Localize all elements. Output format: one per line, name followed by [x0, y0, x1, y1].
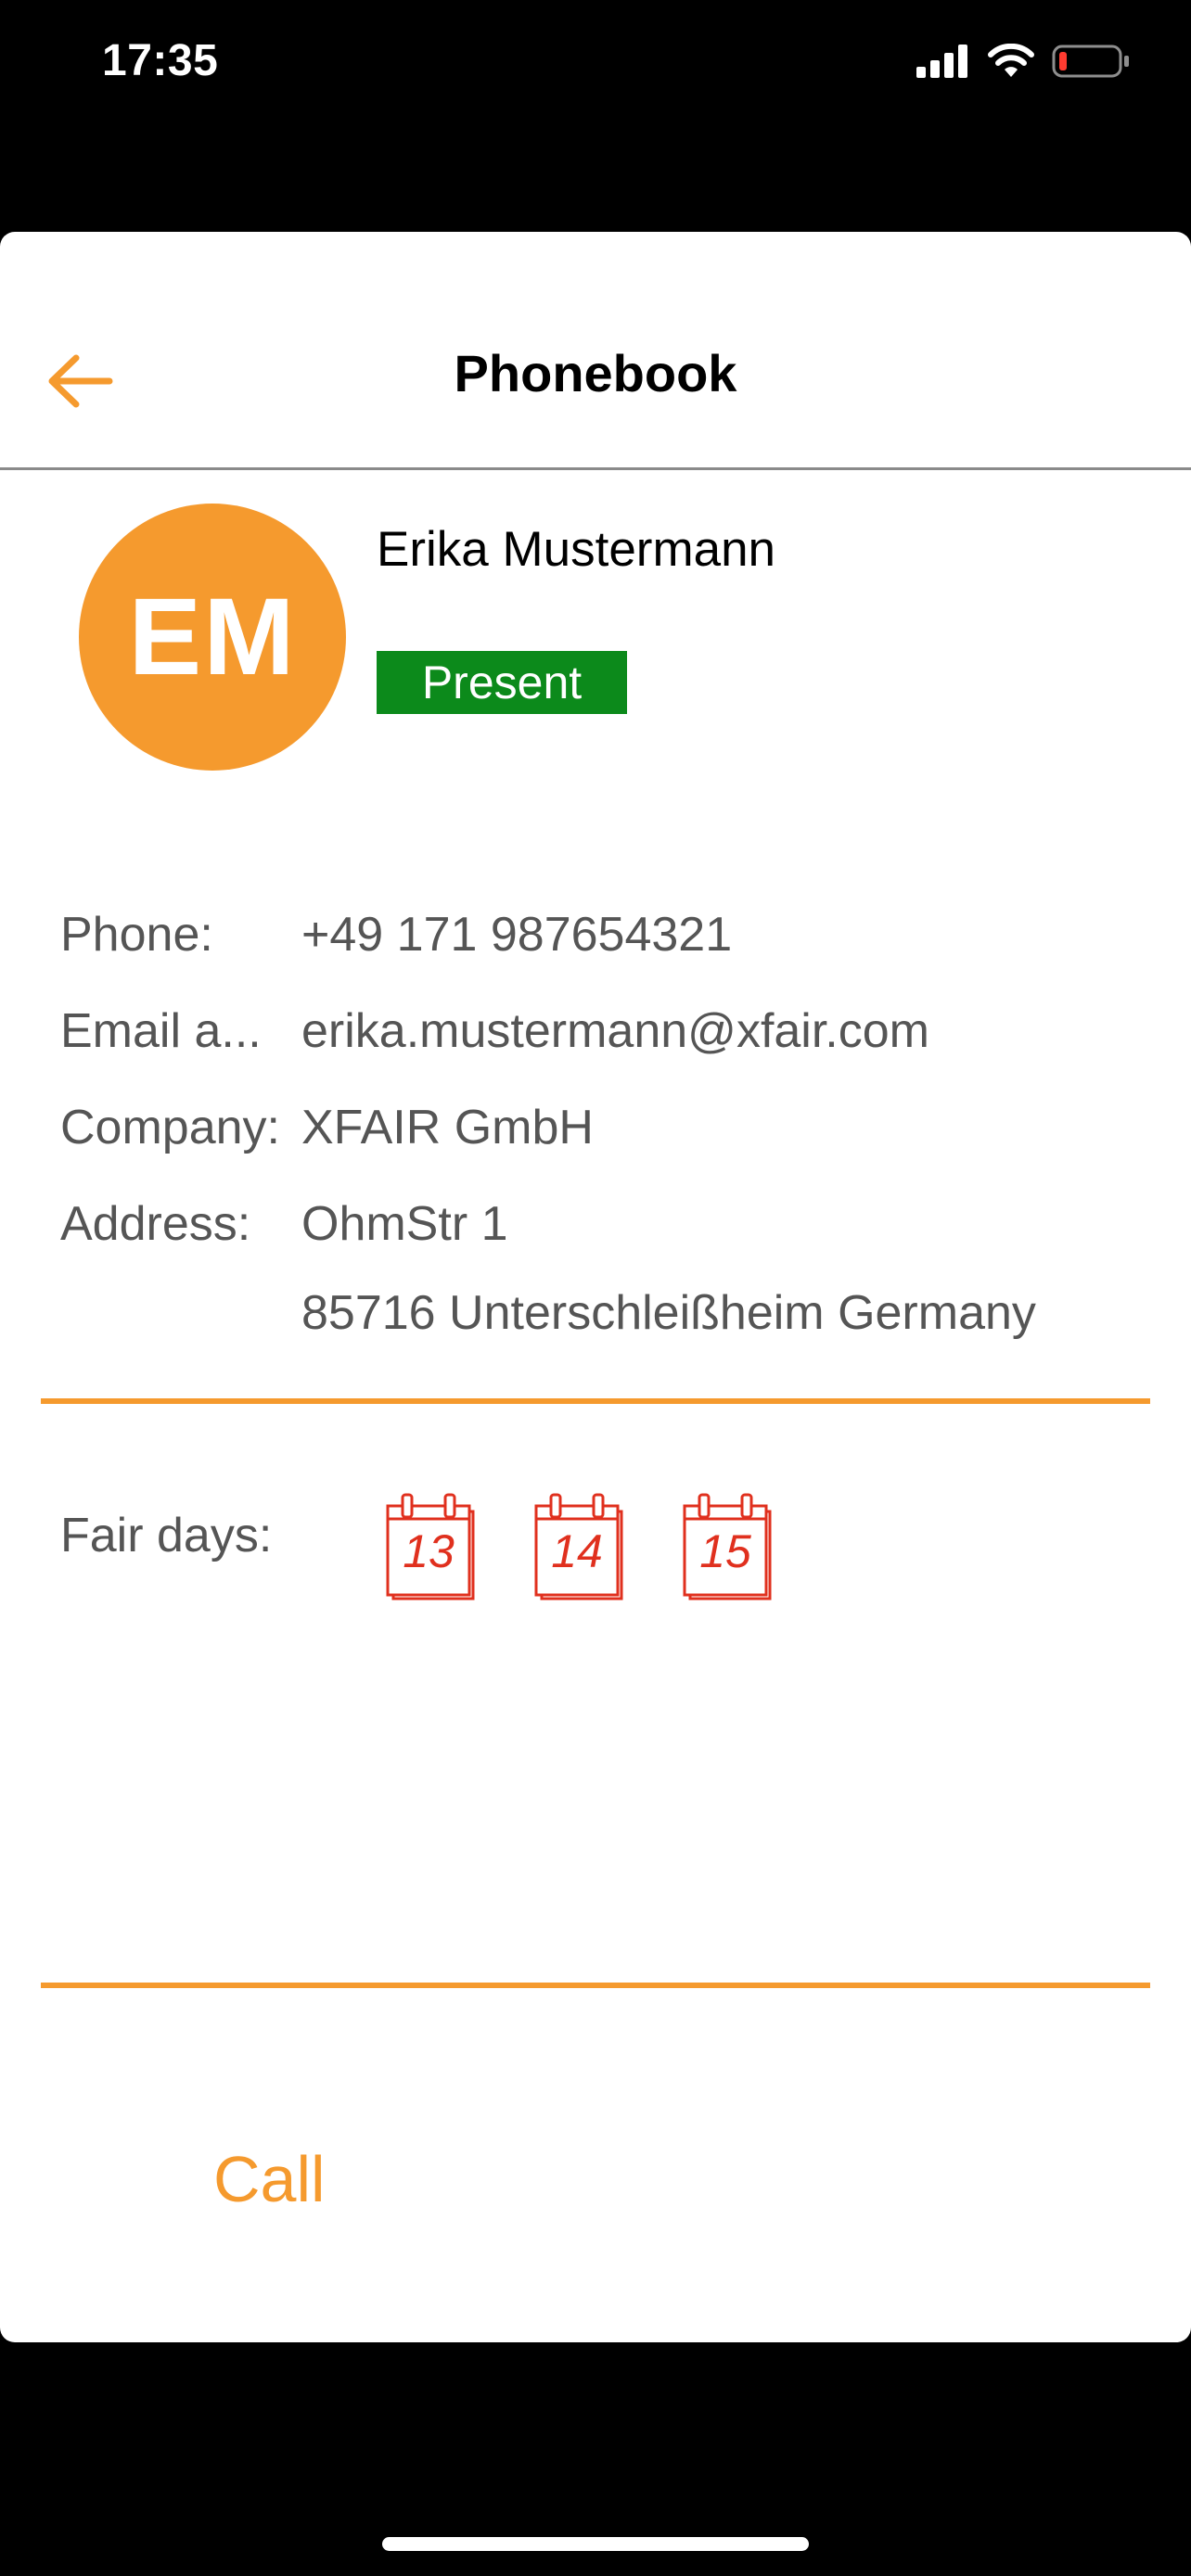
- calendar-day-number: 14: [551, 1525, 603, 1577]
- address-line-1: OhmStr 1: [301, 1197, 508, 1251]
- phone-value[interactable]: +49 171 987654321: [301, 907, 732, 963]
- fair-days-list: 13 14 15: [380, 1491, 774, 1600]
- company-value: XFAIR GmbH: [301, 1101, 594, 1154]
- phone-screen: 17:35 Phonebook EM Erika Mustermann Pres…: [0, 0, 1191, 2576]
- status-badge: Present: [377, 651, 627, 714]
- email-label: Email a...: [60, 1004, 262, 1058]
- contact-name: Erika Mustermann: [377, 522, 776, 577]
- home-indicator[interactable]: [382, 2537, 809, 2551]
- contact-detail-sheet: Phonebook EM Erika Mustermann Present Ph…: [0, 232, 1191, 2342]
- status-bar: 17:35: [0, 0, 1191, 130]
- divider: [41, 1398, 1150, 1404]
- calendar-day-icon: 13: [380, 1491, 477, 1600]
- status-icons: [916, 43, 1130, 80]
- divider: [41, 1983, 1150, 1988]
- calendar-day-number: 13: [403, 1525, 455, 1577]
- status-time: 17:35: [102, 36, 219, 85]
- wifi-icon: [988, 44, 1034, 77]
- phone-label: Phone:: [60, 908, 213, 962]
- address-line-2: 85716 Unterschleißheim Germany: [301, 1286, 1036, 1340]
- fair-days-label: Fair days:: [60, 1509, 273, 1562]
- battery-low-icon: [1052, 45, 1129, 78]
- email-value[interactable]: erika.mustermann@xfair.com: [301, 1003, 929, 1059]
- page-title: Phonebook: [454, 344, 737, 402]
- address-label: Address:: [60, 1197, 251, 1251]
- avatar: EM: [79, 504, 346, 771]
- calendar-day-icon: 14: [529, 1491, 625, 1600]
- call-button[interactable]: Call: [213, 2142, 326, 2216]
- calendar-day-icon: 15: [677, 1491, 774, 1600]
- navigation-bar: Phonebook: [0, 232, 1191, 470]
- company-label: Company:: [60, 1101, 280, 1154]
- cellular-signal-icon: [916, 45, 967, 78]
- calendar-day-number: 15: [699, 1525, 751, 1577]
